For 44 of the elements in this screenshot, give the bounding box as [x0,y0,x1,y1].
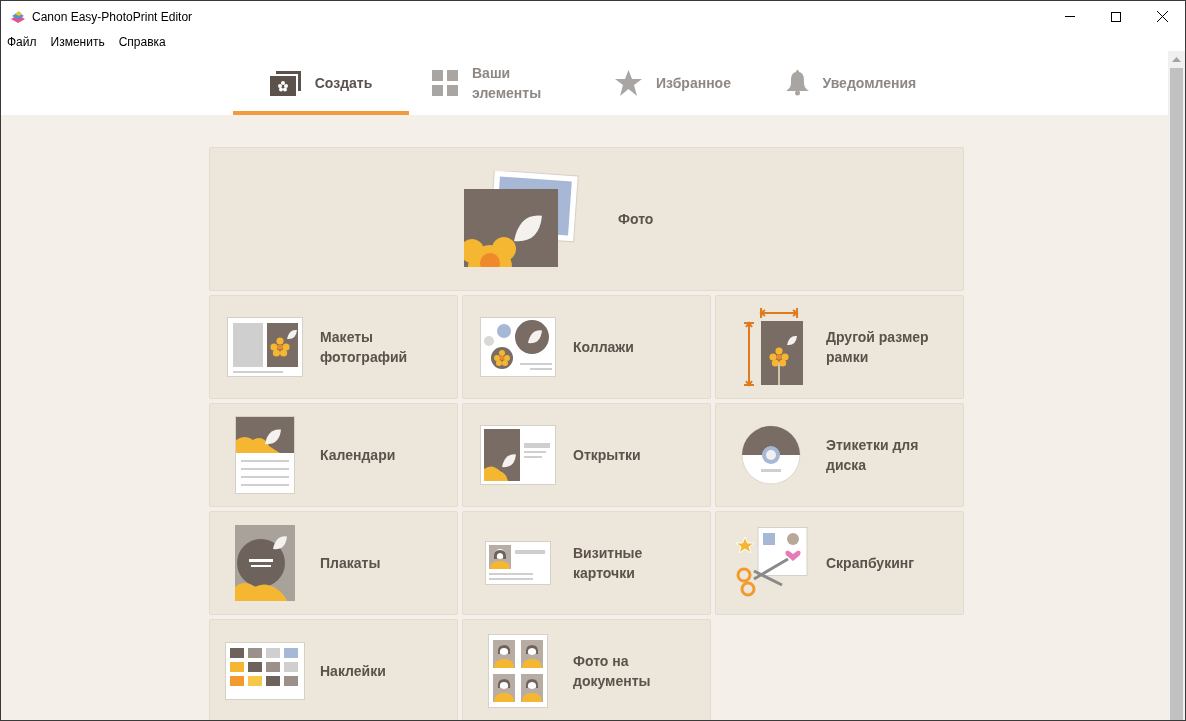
card-label: Наклейки [320,662,386,681]
bell-icon [785,70,809,96]
project-card[interactable]: Визитные карточки [462,511,711,615]
project-card[interactable]: Фото на документы [462,619,711,720]
window-title: Canon Easy-PhotoPrint Editor [32,8,193,26]
card-label: Коллажи [573,338,634,357]
card-label: Фото [618,210,654,229]
card-label: Этикетки для диска [826,436,920,475]
card-label: Открытки [573,446,641,465]
project-card[interactable]: Другой размер рамки [715,295,964,399]
scrollbar-thumb[interactable] [1170,68,1183,720]
disc-drawing [741,425,801,485]
star-icon [615,70,643,96]
card-label: Фото на документы [573,652,652,691]
app-logo-icon [10,10,26,23]
card-label: Календари [320,446,396,465]
grid-icon [432,70,458,96]
card-label: Визитные карточки [573,544,644,583]
card-label: Макеты фотографий [320,328,409,367]
project-card[interactable]: Этикетки для диска [715,403,964,507]
menu-item[interactable]: Файл [7,32,37,51]
tab[interactable]: Уведомления [761,51,937,115]
project-card[interactable]: Коллажи [462,295,711,399]
project-card[interactable]: Макеты фотографий [209,295,458,399]
menu-item[interactable]: Изменить [50,32,105,51]
card-label: Скрапбукинг [826,554,915,573]
business-card-drawing [485,541,551,585]
card-label: Другой размер рамки [826,328,930,367]
tab[interactable]: Ваши элементы [409,51,585,115]
project-card[interactable]: Открытки [462,403,711,507]
photo-card[interactable]: Фото [209,147,964,291]
scroll-up-icon [1172,57,1181,62]
minimize-icon [1065,16,1075,17]
photo-stack-icon [269,70,301,96]
tab[interactable]: Избранное [585,51,761,115]
maximize-icon [1111,11,1121,22]
project-card[interactable]: Календари [209,403,458,507]
menu-item[interactable]: Справка [118,32,166,51]
project-card[interactable]: Наклейки [209,619,458,720]
scrollbar[interactable] [1168,51,1185,720]
project-card[interactable]: Скрапбукинг [715,511,964,615]
project-card[interactable]: Плакаты [209,511,458,615]
close-icon [1156,11,1168,22]
card-label: Плакаты [320,554,381,573]
